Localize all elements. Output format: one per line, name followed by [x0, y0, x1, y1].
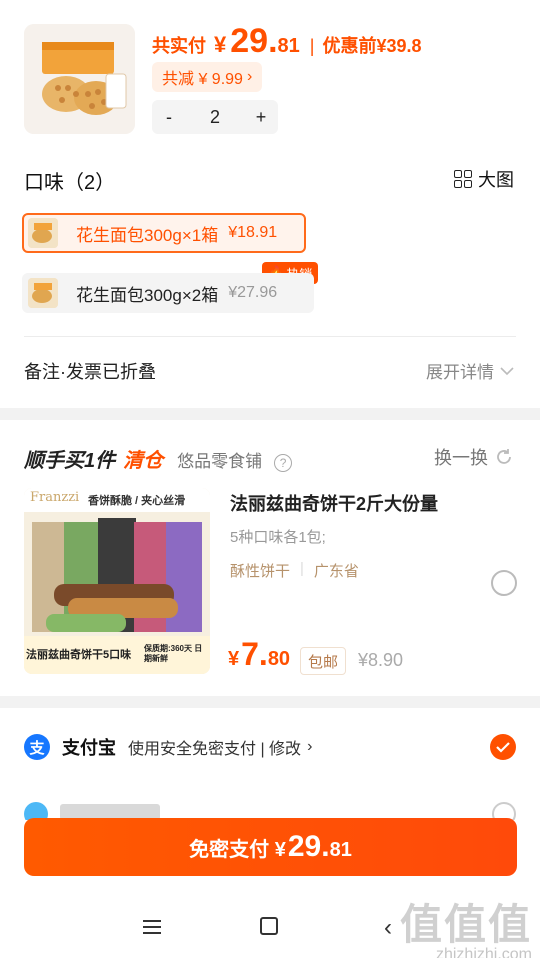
option-price: ¥18.91 [228, 224, 278, 241]
big-view-toggle[interactable]: 大图 [454, 166, 514, 192]
quantity-value[interactable]: 2 [208, 107, 222, 128]
option-thumbnail [28, 278, 58, 308]
expand-details-label: 展开详情 [426, 363, 494, 382]
grid-icon [454, 170, 472, 188]
option-name: 花生面包300g×2箱 [76, 285, 219, 305]
pay-button-amount-int: 29. [287, 830, 330, 863]
refresh-icon [497, 449, 511, 464]
tag-category: 酥性饼干 [230, 563, 291, 580]
product-thumbnail[interactable] [24, 24, 135, 134]
check-icon[interactable] [490, 734, 516, 760]
paid-price-line: 共实付 ¥ 29. 81 | 优惠前 ¥39.8 [152, 22, 422, 62]
home-icon[interactable] [260, 917, 278, 935]
rec-product-name[interactable]: 法丽兹曲奇饼干2斤大份量 [230, 490, 438, 516]
rec-product-tags: 酥性饼干 | 广东省 [230, 560, 359, 581]
chevron-right-icon: › [246, 68, 253, 85]
rec-title-accent: 清仓 [123, 450, 164, 472]
option-price: ¥27.96 [228, 284, 278, 301]
swap-label: 换一换 [434, 448, 488, 468]
swap-button[interactable]: 换一换 [434, 444, 514, 470]
price-separator: | [309, 36, 315, 56]
menu-icon[interactable] [143, 920, 161, 934]
rec-price-currency: ¥ [228, 648, 240, 670]
brand-logo-text: Franzzi [30, 490, 80, 505]
discount-chip[interactable]: 共减 ¥ 9.99 › [152, 62, 263, 92]
payment-method-other[interactable] [24, 800, 516, 820]
order-summary-card: 共实付 ¥ 29. 81 | 优惠前 ¥39.8 共减 ¥ 9.99 › - 2… [0, 0, 540, 408]
paid-currency: ¥ [214, 32, 227, 57]
pay-button[interactable]: 免密支付 ¥ 29. 81 [24, 818, 517, 876]
pay-button-amount-dec: 81 [329, 839, 352, 861]
flavor-option-1[interactable]: 花生面包300g×1箱 ¥18.91 [22, 213, 306, 253]
tag-separator: | [300, 560, 304, 577]
payment-method-alipay[interactable]: 支 支付宝 使用安全免密支付 | 修改 › [24, 732, 516, 762]
paid-amount-int: 29. [230, 22, 278, 60]
flavor-option-2[interactable]: 花生面包300g×2箱 ¥27.96 [22, 273, 314, 313]
option-name: 花生面包300g×1箱 [76, 225, 219, 245]
expand-details[interactable]: 展开详情 [426, 358, 514, 383]
rec-product-image[interactable]: Franzzi 香饼酥脆 / 夹心丝滑 法丽兹曲奇饼干5口味 保质期:360天 … [24, 488, 210, 674]
plus-button[interactable]: + [254, 107, 268, 128]
quantity-stepper: - 2 + [152, 100, 278, 134]
option-thumbnail [28, 218, 58, 248]
orig-label: 优惠前 [322, 36, 377, 56]
orig-price: ¥39.8 [376, 36, 422, 56]
payment-method-desc: 使用安全免密支付 | 修改 [128, 741, 302, 758]
paid-amount-dec: 81 [277, 35, 300, 57]
back-icon[interactable]: ‹ [384, 914, 392, 942]
help-icon[interactable]: ? [274, 454, 293, 472]
shop-name: 悠品零食铺 [177, 452, 263, 471]
discount-text: 共减 ¥ 9.99 [162, 71, 243, 88]
image-caption: 法丽兹曲奇饼干5口味 [26, 649, 132, 661]
rec-product-desc: 5种口味各1包; [230, 529, 326, 546]
watermark-logo: 值值值 [399, 900, 532, 949]
watermark: 值值值 zhizhizhi.com [400, 904, 532, 958]
rec-price-dec: 80 [267, 648, 291, 670]
recommendation-header: 顺手买1件 清仓 悠品零食铺 ? [24, 444, 293, 473]
image-shelf-life: 保质期:360天 日期新鲜 [144, 644, 203, 663]
rec-price: ¥ 7. 80 [228, 636, 290, 673]
flavor-title: 口味（2） [24, 172, 116, 194]
rec-title-main: 顺手买1件 [24, 450, 116, 472]
note-invoice-label: 备注·发票已折叠 [24, 362, 156, 382]
tag-origin: 广东省 [313, 563, 359, 580]
system-navbar: ‹ 值值值 zhizhizhi.com [0, 896, 540, 958]
paid-label: 共实付 [152, 36, 206, 56]
divider [24, 336, 516, 337]
payment-method-name: 支付宝 [62, 738, 116, 758]
rec-orig-price: ¥8.90 [358, 650, 404, 670]
chevron-down-icon [500, 366, 514, 375]
recommendation-card: 顺手买1件 清仓 悠品零食铺 ? 换一换 Franzzi 香饼酥脆 / 夹心丝滑… [0, 420, 540, 696]
rec-select-radio[interactable] [491, 570, 517, 596]
image-slogan: 香饼酥脆 / 夹心丝滑 [88, 495, 186, 507]
minus-button[interactable]: - [162, 107, 176, 128]
big-view-label: 大图 [478, 170, 514, 190]
free-shipping-tag: 包邮 [300, 647, 347, 675]
pay-button-label: 免密支付 ¥ [189, 839, 286, 861]
alipay-icon: 支 [24, 734, 50, 760]
rec-price-int: 7. [241, 636, 268, 672]
chevron-right-icon: › [307, 738, 313, 755]
